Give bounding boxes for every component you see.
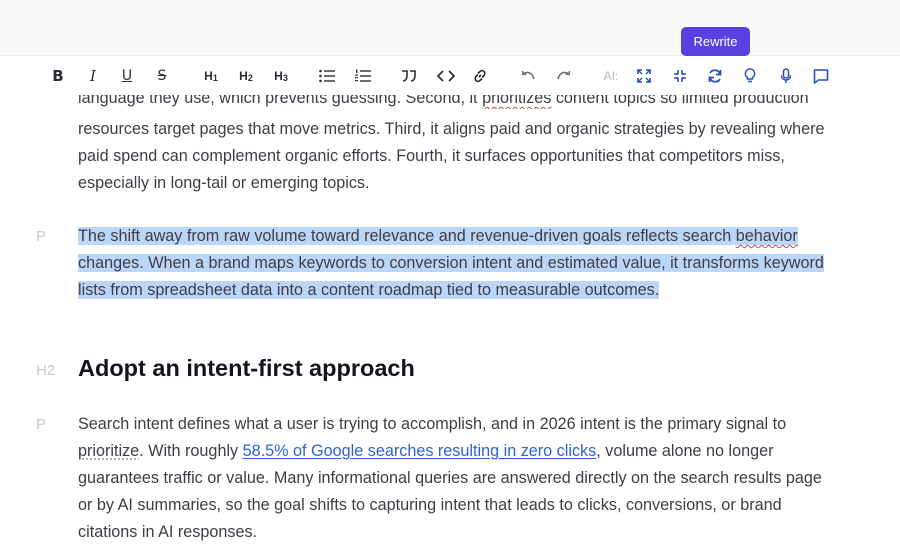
link-button[interactable] [471,64,489,88]
paragraph-1-line-2: paid spend can complement organic effort… [78,147,785,165]
paragraph-1-clipped-line: language they use, which prevents guessi… [0,95,900,109]
underline-button[interactable]: U [119,64,135,88]
quote-button[interactable] [400,64,418,88]
undo-icon [521,70,535,80]
code-button[interactable] [436,64,456,88]
bold-icon: B [52,67,64,85]
paragraph-1-line-0: language they use, which prevents guessi… [78,95,809,109]
paragraph-3-line-0: Search intent defines what a user is try… [78,415,787,433]
paragraph-3-line-3: or by AI summaries, so the goal shifts t… [78,496,782,514]
link-icon [474,69,486,83]
spellcheck-word[interactable]: prioritizes [482,95,551,107]
heading1-icon: H1 [204,69,218,83]
heading3-icon: H3 [274,69,288,83]
formatting-toolbar: B I U S H1 H2 H3 AI: [0,57,900,95]
top-bar: Rewrite [0,0,900,56]
italic-button[interactable]: I [85,64,101,88]
expand-icon [637,69,651,83]
heading1-button[interactable]: H1 [201,64,221,88]
code-icon [437,70,455,82]
microphone-icon [780,68,792,83]
spellcheck-word[interactable]: behavior [736,227,798,245]
paragraph-1-line-3: especially in long-tail or emerging topi… [78,174,370,192]
paragraph-3-line-2: guarantees traffic or value. Many inform… [78,469,822,487]
suggestion-word[interactable]: prioritize [78,442,139,460]
paragraph-3-line-1: prioritize. With roughly 58.5% of Google… [78,442,774,460]
source-link[interactable]: 58.5% of Google searches resulting in ze… [243,442,597,460]
bullet-list-button[interactable] [318,64,336,88]
quote-icon [402,70,416,82]
ai-label: AI: [603,69,619,83]
bold-button[interactable]: B [50,64,66,88]
collapse-icon [674,70,686,82]
refresh-icon [708,69,722,83]
strikethrough-icon: S [157,68,167,84]
lightbulb-icon [744,68,756,83]
refresh-button[interactable] [706,64,724,88]
redo-icon [556,70,570,80]
paragraph-2-line-1[interactable]: changes. When a brand maps keywords to c… [78,250,824,277]
italic-icon: I [90,67,96,85]
paragraph-1-line-1: resources target pages that move metrics… [78,120,825,138]
block-type-label: H2 [36,362,56,379]
paragraph-2-line-2[interactable]: lists from spreadsheet data into a conte… [78,277,660,304]
editor-page: Rewrite B I U S H1 H2 H3 AI: language th… [0,0,900,559]
strikethrough-button[interactable]: S [154,64,170,88]
bullet-list-icon [319,69,335,83]
idea-button[interactable] [742,64,758,88]
rewrite-button[interactable]: Rewrite [681,27,750,56]
expand-button[interactable] [636,64,652,88]
heading2-button[interactable]: H2 [236,64,256,88]
underline-icon: U [121,68,133,84]
redo-button[interactable] [555,64,571,88]
block-type-label: P [36,228,47,245]
block-type-label: P [36,416,47,433]
heading3-button[interactable]: H3 [271,64,291,88]
section-heading[interactable]: Adopt an intent-first approach [78,355,415,382]
undo-button[interactable] [520,64,536,88]
paragraph-3-line-4: citations in AI responses. [78,523,258,541]
comment-button[interactable] [811,64,831,88]
comment-icon [813,69,829,84]
collapse-button[interactable] [672,64,688,88]
voice-button[interactable] [778,64,794,88]
paragraph-2-line-0[interactable]: The shift away from raw volume toward re… [78,223,798,250]
numbered-list-icon [355,69,371,82]
numbered-list-button[interactable] [354,64,372,88]
heading2-icon: H2 [239,69,253,83]
